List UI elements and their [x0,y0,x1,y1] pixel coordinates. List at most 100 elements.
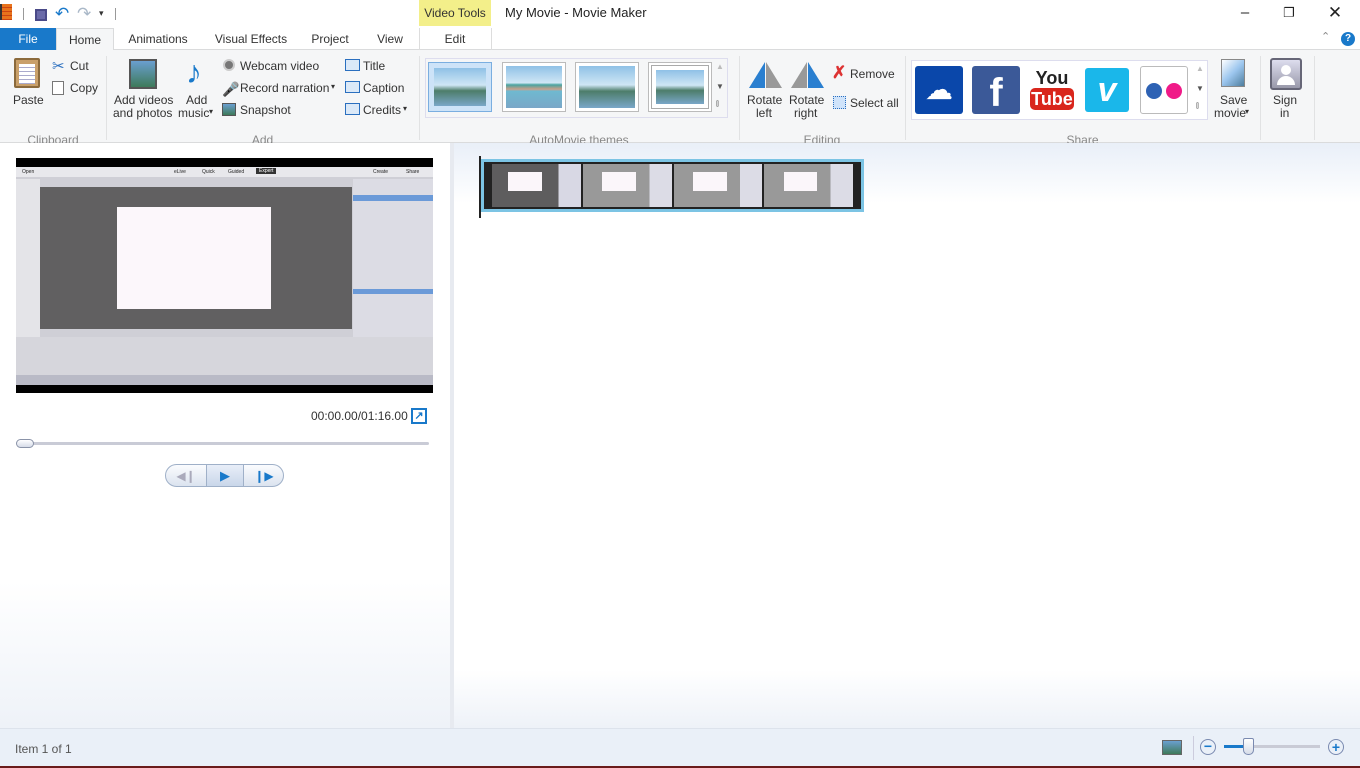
theme-default[interactable] [428,62,492,112]
tab-animations[interactable]: Animations [122,28,194,50]
onedrive-share-button[interactable]: ☁ [915,66,963,114]
preview-frame: Open eLive Quick Guided Expert Create Sh… [16,167,433,385]
tab-file[interactable]: File [0,28,56,50]
theme-pan-and-zoom[interactable] [648,62,712,112]
separator [419,56,420,140]
zoom-in-button[interactable]: + [1328,739,1344,755]
fullscreen-preview-button[interactable]: ↗ [411,408,427,424]
preview-menu-expert: Expert [256,168,277,174]
film-photo-icon [129,59,157,89]
tab-view[interactable]: View [370,28,410,50]
copy-icon [52,81,64,95]
copy-label: Copy [70,81,99,95]
flickr-share-button[interactable] [1140,66,1188,114]
preview-menu-guided: Guided [228,169,245,175]
snapshot-label: Snapshot [240,103,291,117]
preview-menu-open: Open [22,169,35,175]
time-readout: 00:00.00/01:16.00 [311,409,408,423]
movie-maker-app-icon[interactable] [0,4,12,20]
redo-icon[interactable]: ↷ [77,4,91,24]
help-icon[interactable]: ? [1341,32,1355,46]
credits-label: Credits [363,103,402,117]
seek-bar[interactable] [20,442,429,445]
video-tools-contextual-label: Video Tools [419,0,491,26]
maximize-button[interactable]: ❐ [1267,0,1311,26]
scissors-icon: ✂ [52,58,65,75]
zoom-out-button[interactable]: − [1200,739,1216,755]
play-button[interactable]: ▶ [206,465,244,486]
microphone-icon: 🎤 [222,81,240,97]
close-button[interactable]: ✕ [1313,0,1357,26]
collapse-ribbon-icon[interactable]: ⌃ [1321,30,1330,43]
add-videos-label-2: and photos [113,106,173,120]
tab-visual-effects[interactable]: Visual Effects [208,28,294,50]
undo-icon[interactable]: ↶ [55,4,69,24]
video-preview[interactable]: Open eLive Quick Guided Expert Create Sh… [16,158,433,393]
themes-more[interactable]: ⫾ [716,98,719,109]
ribbon: Paste ✂ Cut Copy Clipboard Add videos an… [0,50,1360,147]
themes-scroll-down[interactable]: ▼ [716,82,724,91]
sign-in-label-2: in [1280,106,1290,120]
caption-label: Caption [363,81,405,95]
rotate-left-icon [749,62,765,88]
window-title: My Movie - Movie Maker [505,5,647,20]
paste-icon [14,58,40,88]
rotate-right-icon [791,62,807,88]
preview-canvas-area [40,187,352,329]
preview-layers-panel [353,179,433,339]
snapshot-icon [222,103,236,116]
storyboard-panel [454,143,1360,728]
ribbon-tabs: File Home Animations Visual Effects Proj… [0,28,1360,51]
dropdown-arrow-icon: ▾ [331,82,336,91]
seek-thumb[interactable] [16,439,34,448]
preview-menu-elive: eLive [174,169,186,175]
video-clip[interactable] [481,159,864,212]
tab-home[interactable]: Home [56,28,114,51]
select-all-label: Select all [850,96,899,110]
user-avatar-icon [1270,58,1302,90]
flickr-pink-dot [1166,83,1182,99]
record-narration-label: Record narration [240,81,330,95]
next-frame-button[interactable]: ❙▶ [244,465,283,486]
select-all-icon [833,96,846,109]
preview-menu-share: Share [406,169,420,175]
minimize-button[interactable]: – [1223,0,1267,26]
separator [491,28,492,50]
previous-frame-button[interactable]: ◀❙ [166,465,206,486]
rotate-left-label-2: left [756,106,773,120]
vimeo-share-button[interactable]: v [1085,68,1129,112]
separator [115,8,116,20]
zoom-slider-thumb[interactable] [1243,738,1254,755]
facebook-share-button[interactable]: f [972,66,1020,115]
remove-label: Remove [850,67,895,81]
theme-fade[interactable] [575,62,639,112]
status-bar: Item 1 of 1 − + [0,728,1360,766]
theme-contemporary[interactable] [502,62,566,112]
webcam-icon [223,59,235,71]
share-scroll-up[interactable]: ▲ [1196,64,1204,73]
music-note-icon: ♪ [186,54,202,90]
tab-edit[interactable]: Edit [420,28,490,50]
save-icon[interactable] [35,9,47,21]
share-scroll-down[interactable]: ▼ [1196,84,1204,93]
zoom-slider-track[interactable] [1224,745,1320,748]
cloud-icon: ☁ [925,74,953,105]
customize-dropdown-icon[interactable]: ▾ [99,8,104,19]
preview-menu-create: Create [373,169,389,175]
share-more[interactable]: ⫾ [1196,100,1199,111]
title-label: Title [363,59,386,73]
clip-thumbnail [764,164,853,207]
preview-document [117,207,271,309]
preview-taskbar [16,375,433,385]
youtube-tube-text: Tube [1030,88,1074,110]
preview-tool-options [16,337,433,375]
cut-label: Cut [70,59,89,73]
youtube-share-button[interactable]: You Tube [1028,66,1076,114]
thumbnail-size-icon[interactable] [1162,740,1182,755]
playback-controls: ◀❙ ▶ ❙▶ [165,464,284,487]
caption-icon [345,81,360,93]
separator [106,56,107,140]
themes-scroll-up[interactable]: ▲ [716,62,724,71]
tab-project[interactable]: Project [306,28,354,50]
preview-menu-quick: Quick [202,169,215,175]
